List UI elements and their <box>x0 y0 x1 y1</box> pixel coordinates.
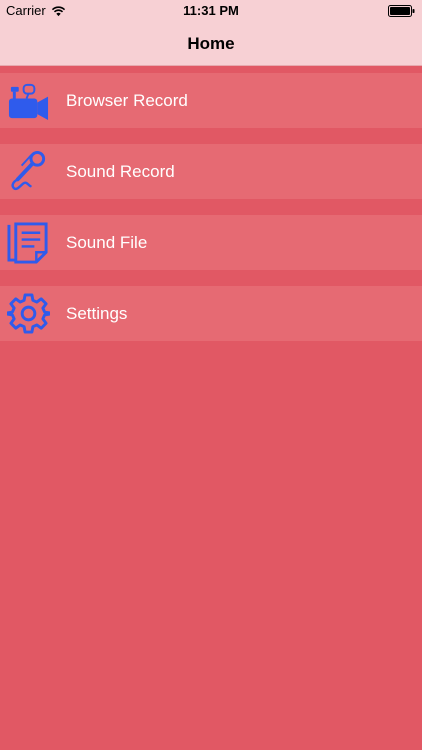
menu-item-label: Settings <box>66 304 128 323</box>
menu-item-label: Sound File <box>66 233 148 252</box>
menu-item-label: Browser Record <box>66 91 188 110</box>
microphone-icon <box>7 150 50 193</box>
menu-item-settings[interactable]: Settings <box>0 286 422 341</box>
gear-icon <box>7 292 50 335</box>
status-bar: Carrier 11:31 PM <box>0 0 422 22</box>
video-camera-icon <box>7 79 50 122</box>
menu-list: Browser Record Sound Record Sound File S… <box>0 73 422 357</box>
menu-item-sound-record[interactable]: Sound Record <box>0 144 422 199</box>
menu-item-browser-record[interactable]: Browser Record <box>0 73 422 128</box>
menu-item-label: Sound Record <box>66 162 175 181</box>
document-icon <box>7 221 50 264</box>
battery-icon <box>388 5 415 17</box>
nav-bar: Home <box>0 22 422 66</box>
page-title: Home <box>187 34 235 53</box>
menu-item-sound-file[interactable]: Sound File <box>0 215 422 270</box>
status-time: 11:31 PM <box>183 3 239 18</box>
